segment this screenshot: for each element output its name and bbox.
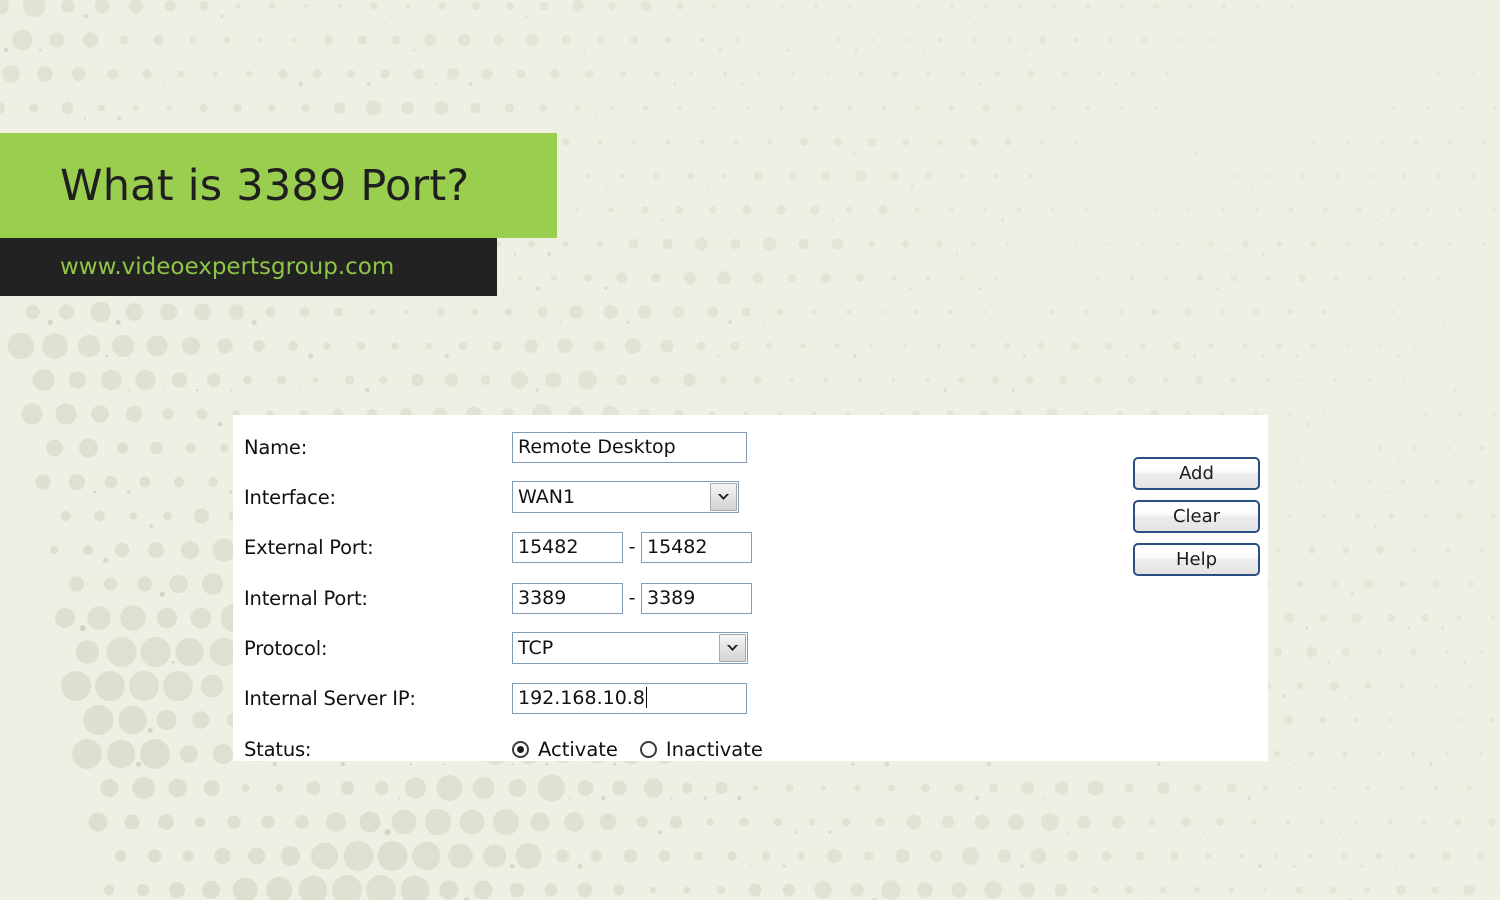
label-internal-server-ip: Internal Server IP:: [244, 686, 416, 710]
external-port-separator: -: [628, 536, 636, 558]
protocol-select[interactable]: TCP: [512, 632, 748, 664]
port-forwarding-form-panel: Name: Remote Desktop Interface: WAN1 Ext…: [233, 415, 1268, 761]
interface-select-value: WAN1: [518, 486, 576, 508]
external-port-start-input[interactable]: 15482: [512, 531, 623, 563]
text-caret: [645, 686, 647, 708]
help-button[interactable]: Help: [1133, 543, 1260, 576]
name-input[interactable]: Remote Desktop: [512, 431, 747, 463]
interface-select[interactable]: WAN1: [512, 481, 739, 513]
internal-server-ip-value: 192.168.10.8: [518, 686, 645, 709]
form-row-external-port: External Port: 15482 - 15482: [244, 530, 1244, 564]
chevron-down-icon[interactable]: [719, 634, 746, 662]
label-status: Status:: [244, 737, 312, 761]
title-banner: What is 3389 Port?: [0, 133, 557, 238]
status-radio-inactivate-label: Inactivate: [665, 737, 763, 761]
label-interface: Interface:: [244, 485, 336, 509]
form-row-status: Status: Activate Inactivate: [244, 732, 1244, 761]
internal-port-separator: -: [628, 587, 636, 609]
form-row-interface: Interface: WAN1: [244, 480, 1244, 514]
chevron-down-glyph: [727, 645, 738, 651]
label-external-port: External Port:: [244, 535, 374, 559]
radio-selected-icon[interactable]: [512, 740, 529, 758]
radio-empty-icon[interactable]: [639, 740, 657, 758]
internal-port-end-input[interactable]: 3389: [641, 582, 752, 614]
label-protocol: Protocol:: [244, 636, 328, 660]
clear-button[interactable]: Clear: [1133, 500, 1260, 533]
status-radio-activate-label: Activate: [538, 737, 618, 761]
internal-port-start-input[interactable]: 3389: [512, 582, 623, 614]
form-row-protocol: Protocol: TCP: [244, 631, 1244, 665]
form-row-name: Name: Remote Desktop: [244, 430, 1244, 464]
label-internal-port: Internal Port:: [244, 586, 368, 610]
chevron-down-glyph: [718, 494, 729, 500]
url-banner: www.videoexpertsgroup.com: [0, 238, 497, 296]
status-radio-inactivate[interactable]: Inactivate: [639, 737, 763, 761]
chevron-down-icon[interactable]: [710, 483, 737, 511]
site-url: www.videoexpertsgroup.com: [60, 254, 395, 280]
form-row-internal-port: Internal Port: 3389 - 3389: [244, 581, 1244, 615]
external-port-end-input[interactable]: 15482: [641, 531, 752, 563]
add-button[interactable]: Add: [1133, 457, 1260, 490]
label-name: Name:: [244, 435, 308, 459]
status-radio-activate[interactable]: Activate: [512, 738, 618, 761]
protocol-select-value: TCP: [518, 637, 554, 659]
action-button-group: Add Clear Help: [1133, 457, 1260, 586]
internal-server-ip-input[interactable]: 192.168.10.8: [512, 682, 747, 714]
form-row-internal-server-ip: Internal Server IP: 192.168.10.8: [244, 681, 1244, 715]
page-title: What is 3389 Port?: [60, 160, 470, 211]
